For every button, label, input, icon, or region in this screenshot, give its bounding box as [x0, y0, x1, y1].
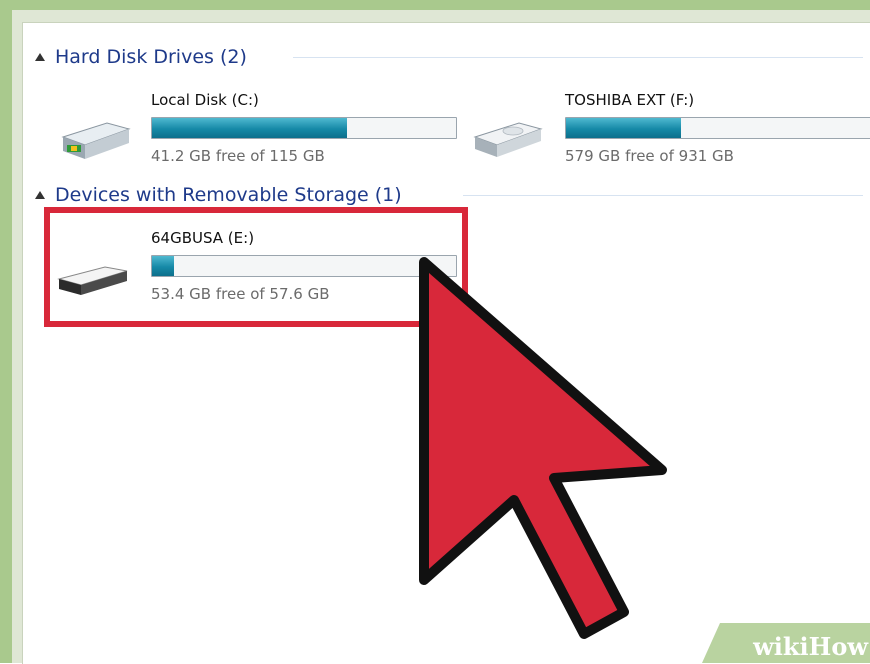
wikihow-logo-text: wikiHow [753, 632, 868, 661]
wikihow-watermark: wikiHow [702, 623, 870, 663]
cursor-arrow-icon [419, 257, 667, 639]
